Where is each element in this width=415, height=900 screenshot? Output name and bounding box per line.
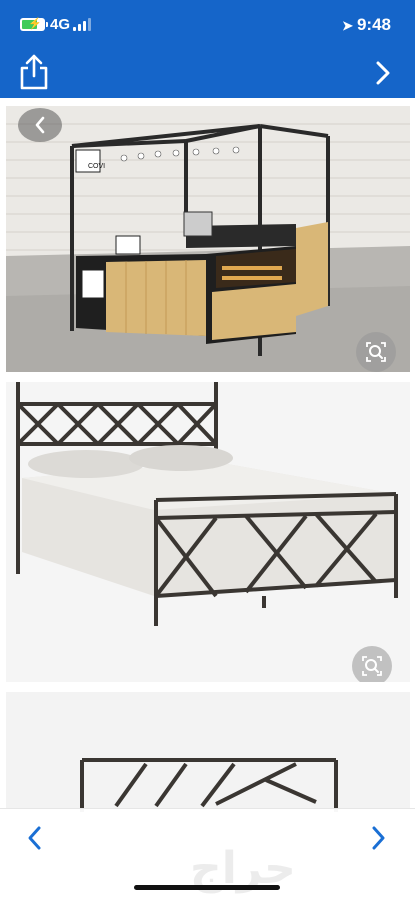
app-header: ⚡ 4G ➤ 9:48	[0, 0, 415, 98]
chevron-left-icon	[28, 826, 41, 850]
zoom-button-2[interactable]	[352, 646, 392, 682]
share-icon	[20, 54, 48, 90]
share-button[interactable]	[16, 52, 52, 92]
chevron-left-icon	[35, 116, 45, 134]
kiosk-sign-text: COVI	[88, 163, 105, 170]
status-bar: ⚡ 4G ➤ 9:48	[0, 12, 415, 40]
gallery-image-headboard[interactable]	[6, 692, 410, 812]
signal-icon	[73, 18, 91, 31]
back-image-button[interactable]	[18, 108, 62, 142]
bottom-navigation: حراج	[0, 808, 415, 900]
next-listing-button[interactable]	[373, 60, 393, 86]
next-button[interactable]	[367, 825, 389, 851]
status-time-group: ➤ 9:48	[342, 15, 391, 35]
bed-image	[16, 382, 398, 626]
zoom-icon	[362, 656, 382, 676]
chevron-right-icon	[376, 61, 390, 85]
battery-icon: ⚡	[20, 18, 48, 31]
previous-button[interactable]	[24, 825, 46, 851]
zoom-icon	[366, 342, 386, 362]
kiosk-image: COVI	[6, 106, 410, 372]
zoom-button-1[interactable]	[356, 332, 396, 372]
clock: 9:48	[356, 15, 391, 34]
home-indicator[interactable]	[134, 885, 280, 890]
location-icon: ➤	[342, 18, 353, 33]
gallery-image-bed[interactable]	[6, 382, 410, 682]
charging-icon: ⚡	[28, 18, 42, 30]
headboard-image	[80, 758, 338, 812]
gallery-image-kiosk[interactable]: COVI	[6, 106, 410, 372]
chevron-right-icon	[372, 826, 385, 850]
carrier-label: 4G	[50, 16, 71, 33]
